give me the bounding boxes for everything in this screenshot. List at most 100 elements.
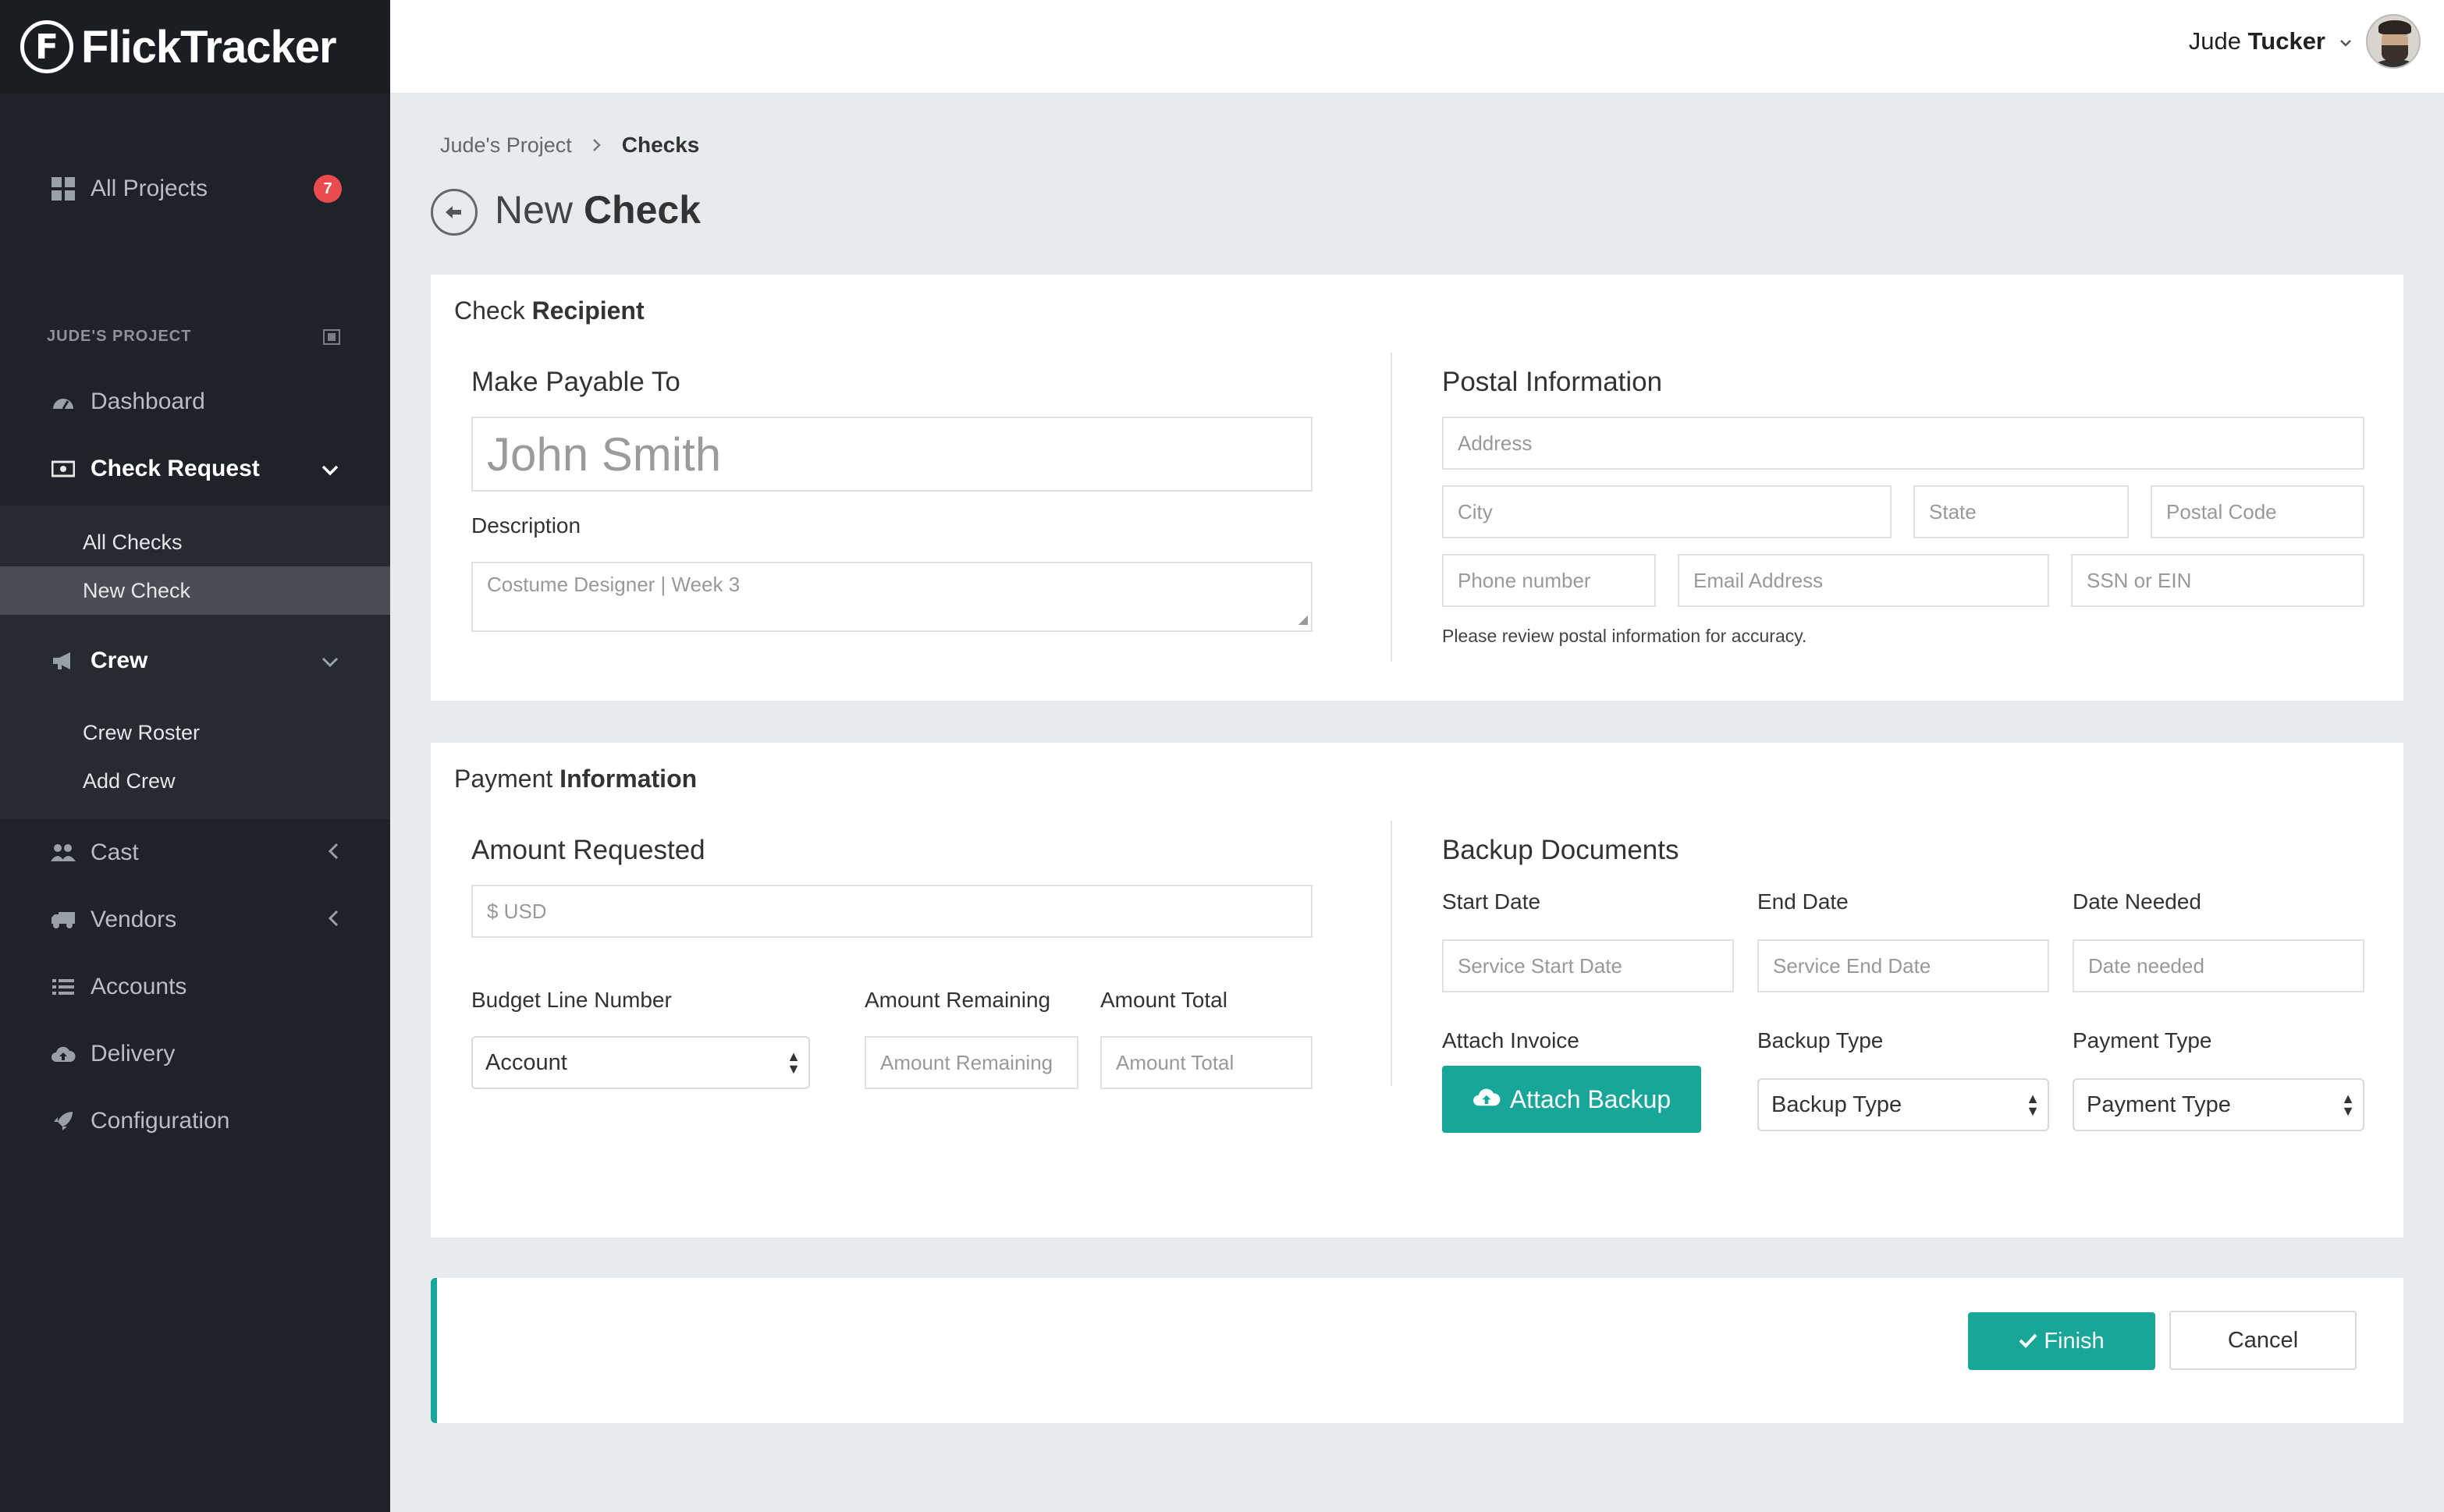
sidebar: F FlickTracker All Projects 7 JUDE'S PRO… <box>0 0 390 1512</box>
backup-type-select[interactable]: Backup Type ▲ ▼ <box>1757 1078 2049 1131</box>
gauge-icon <box>50 389 76 415</box>
sidebar-item-crew[interactable]: Crew <box>0 627 390 694</box>
brand[interactable]: F FlickTracker <box>0 0 390 94</box>
sidebar-item-label: Delivery <box>91 1041 176 1067</box>
start-date-label: Start Date <box>1442 889 1541 914</box>
address-input[interactable]: Address <box>1442 417 2364 470</box>
postal-code-input[interactable]: Postal Code <box>2151 485 2364 538</box>
cancel-button[interactable]: Cancel <box>2169 1311 2357 1370</box>
projects-count-badge: 7 <box>314 175 342 203</box>
chevron-left-icon <box>328 908 339 932</box>
cloud-upload-icon <box>1472 1085 1501 1114</box>
date-needed-input[interactable]: Date needed <box>2073 939 2364 992</box>
submenu-item-new-check[interactable]: New Check <box>0 566 390 615</box>
panel-title: Payment Information <box>454 765 698 793</box>
phone-input[interactable]: Phone number <box>1442 554 1656 607</box>
select-arrows-icon: ▲ ▼ <box>787 1048 801 1077</box>
sidebar-item-label: Cast <box>91 839 139 865</box>
amount-total-input[interactable]: Amount Total <box>1100 1036 1313 1089</box>
back-arrow-icon[interactable] <box>431 189 478 236</box>
resize-handle-icon[interactable]: ◢ <box>1298 612 1308 627</box>
description-placeholder: Costume Designer | Week 3 <box>487 573 741 596</box>
breadcrumb-parent[interactable]: Jude's Project <box>440 133 572 158</box>
start-date-input[interactable]: Service Start Date <box>1442 939 1734 992</box>
ssn-ein-input[interactable]: SSN or EIN <box>2071 554 2364 607</box>
date-needed-label: Date Needed <box>2073 889 2202 914</box>
email-input[interactable]: Email Address <box>1678 554 2049 607</box>
city-input[interactable]: City <box>1442 485 1892 538</box>
budget-line-label: Budget Line Number <box>471 988 672 1012</box>
payment-type-value: Payment Type <box>2087 1091 2231 1117</box>
cloud-upload-icon <box>50 1041 76 1067</box>
finish-button[interactable]: Finish <box>1968 1312 2155 1370</box>
budget-line-select[interactable]: Account ▲ ▼ <box>471 1036 810 1089</box>
amount-remaining-label: Amount Remaining <box>865 988 1051 1012</box>
breadcrumb: Jude's Project Checks <box>440 133 699 158</box>
sidebar-item-all-projects[interactable]: All Projects 7 <box>0 155 390 222</box>
form-actions-panel: Finish Cancel <box>437 1278 2403 1423</box>
attach-backup-button[interactable]: Attach Backup <box>1442 1066 1701 1133</box>
megaphone-icon <box>50 648 76 674</box>
truck-icon <box>50 907 76 933</box>
payable-to-input[interactable]: John Smith <box>471 417 1313 492</box>
chevron-down-icon <box>2339 31 2352 51</box>
select-arrows-icon: ▲ ▼ <box>2026 1090 2040 1119</box>
chevron-down-icon <box>321 457 339 481</box>
chevron-left-icon <box>328 841 339 865</box>
sidebar-item-label: Check Request <box>91 456 260 481</box>
app-name: FlickTracker <box>81 21 337 73</box>
sidebar-item-check-request[interactable]: Check Request <box>0 435 390 502</box>
sidebar-item-label: All Projects <box>91 176 208 201</box>
sidebar-item-dashboard[interactable]: Dashboard <box>0 368 390 435</box>
finish-label: Finish <box>2044 1328 2105 1354</box>
amount-heading: Amount Requested <box>471 835 705 865</box>
sidebar-item-label: Crew <box>91 648 148 673</box>
payment-type-select[interactable]: Payment Type ▲ ▼ <box>2073 1078 2364 1131</box>
film-icon[interactable] <box>323 329 340 350</box>
sidebar-item-label: Dashboard <box>91 389 205 414</box>
sidebar-item-cast[interactable]: Cast <box>0 819 390 886</box>
top-bar: Jude Tucker <box>390 0 2444 94</box>
sidebar-item-accounts[interactable]: Accounts <box>0 953 390 1020</box>
budget-line-value: Account <box>485 1049 567 1075</box>
payment-type-label: Payment Type <box>2073 1028 2212 1052</box>
chevron-down-icon <box>321 649 339 673</box>
end-date-label: End Date <box>1757 889 1849 914</box>
sidebar-item-vendors[interactable]: Vendors <box>0 886 390 953</box>
submenu-item-add-crew[interactable]: Add Crew <box>0 757 390 805</box>
breadcrumb-current: Checks <box>621 133 700 157</box>
amount-total-label: Amount Total <box>1100 988 1227 1012</box>
amount-input[interactable]: $ USD <box>471 885 1313 938</box>
money-icon <box>50 456 76 482</box>
submenu-item-crew-roster[interactable]: Crew Roster <box>0 708 390 757</box>
sidebar-item-label: Configuration <box>91 1108 230 1134</box>
description-textarea[interactable]: Costume Designer | Week 3 ◢ <box>471 562 1313 632</box>
payment-information-panel: Payment Information Amount Requested $ U… <box>431 743 2403 1237</box>
avatar[interactable] <box>2366 14 2421 69</box>
page-title: New Check <box>495 188 702 232</box>
check-icon <box>2019 1329 2037 1354</box>
payable-heading: Make Payable To <box>471 367 680 397</box>
chevron-right-icon <box>592 133 602 158</box>
project-section-label: JUDE'S PROJECT <box>47 328 192 345</box>
sidebar-item-label: Accounts <box>91 974 187 999</box>
end-date-input[interactable]: Service End Date <box>1757 939 2049 992</box>
user-menu[interactable]: Jude Tucker <box>2189 14 2421 69</box>
sidebar-item-configuration[interactable]: Configuration <box>0 1088 390 1155</box>
grid-icon <box>50 176 76 202</box>
rocket-icon <box>50 1108 76 1134</box>
state-input[interactable]: State <box>1913 485 2129 538</box>
check-recipient-panel: Check Recipient Make Payable To John Smi… <box>431 275 2403 701</box>
attach-backup-label: Attach Backup <box>1509 1084 1671 1113</box>
user-name: Jude Tucker <box>2188 27 2325 55</box>
description-label: Description <box>471 513 581 538</box>
amount-remaining-input[interactable]: Amount Remaining <box>865 1036 1078 1089</box>
postal-heading: Postal Information <box>1442 367 1663 397</box>
backup-heading: Backup Documents <box>1442 835 1679 865</box>
backup-type-label: Backup Type <box>1757 1028 1884 1052</box>
panel-title: Check Recipient <box>454 296 645 325</box>
submenu-item-all-checks[interactable]: All Checks <box>0 518 390 566</box>
sidebar-item-delivery[interactable]: Delivery <box>0 1020 390 1088</box>
crew-submenu: Crew Roster Add Crew <box>0 694 390 819</box>
postal-help-text: Please review postal information for acc… <box>1442 626 1807 646</box>
